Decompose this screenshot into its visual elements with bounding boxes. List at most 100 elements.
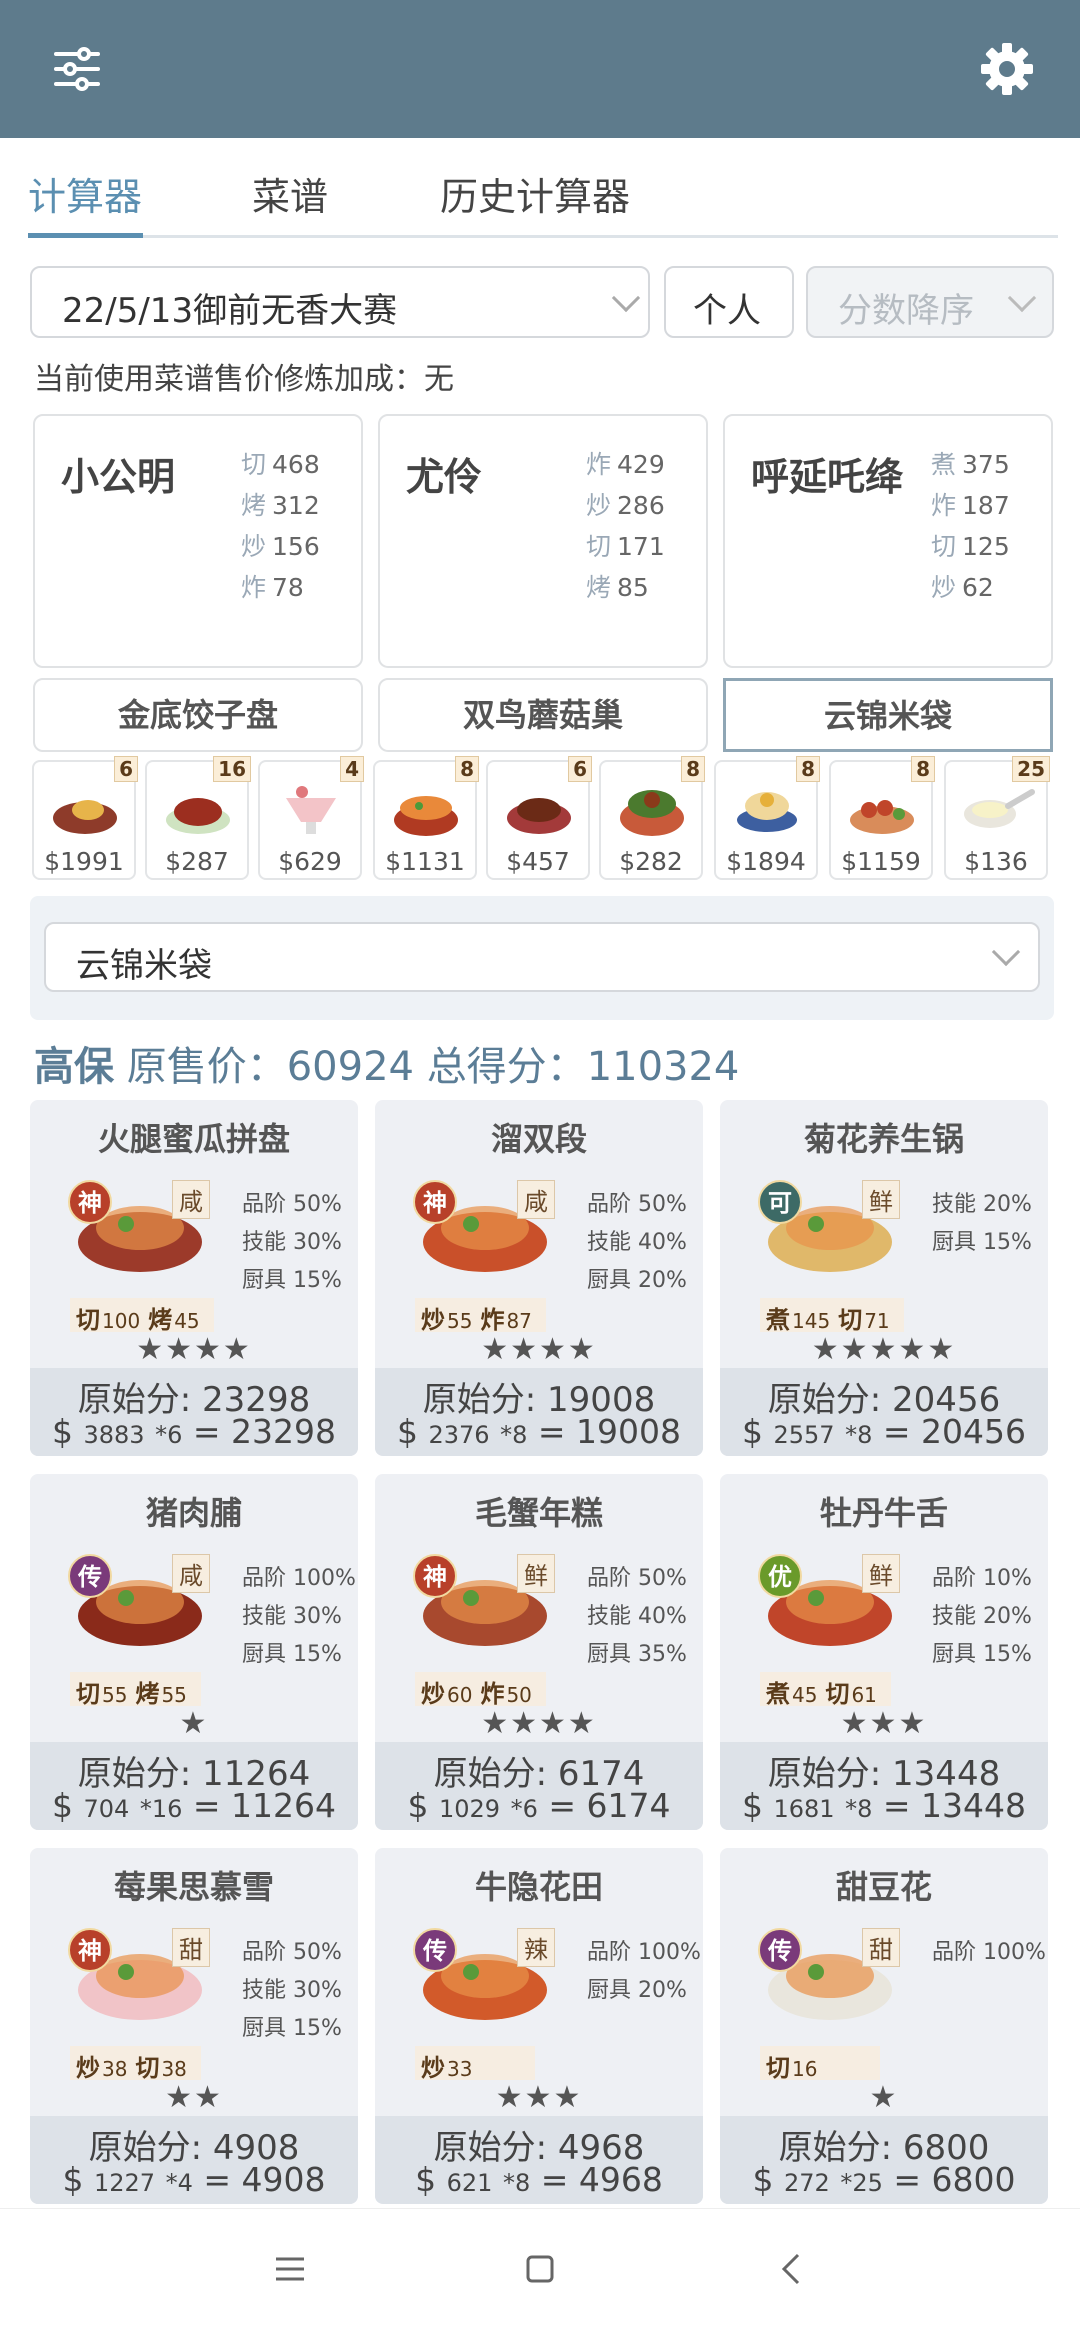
equip-slot[interactable]: 双鸟蘑菇巢: [378, 678, 708, 752]
recipe-title: 火腿蜜瓜拼盘: [97, 1120, 290, 1158]
score-box: 原始分: 20456 $ 2557 *8 = 20456: [720, 1368, 1048, 1456]
top-app-bar: [0, 0, 1080, 138]
rarity-badge: 优: [758, 1554, 802, 1598]
score-box: 原始分: 19008 $ 2376 *8 = 19008: [375, 1368, 703, 1456]
bonus-info: 当前使用菜谱售价修炼加成：无: [34, 362, 454, 397]
recipe-card[interactable]: 火腿蜜瓜拼盘神 咸品阶 50% 技能 30% 厨具 15% 切 100 烤 45 ★★★★ 原始分…: [30, 1100, 358, 1456]
dish-thumb[interactable]: 8 $1894: [714, 756, 820, 880]
chevron-down-icon: [1007, 283, 1037, 313]
star-rating: ★★★★: [481, 1706, 597, 1741]
score-formula: $ 704 *16 = 11264: [52, 1786, 336, 1825]
tab-calculator[interactable]: 计算器: [28, 166, 142, 221]
chevron-down-icon: [611, 283, 641, 313]
dish-icon: [620, 790, 684, 836]
bonus-stats: 品阶 50% 技能 30% 厨具 15%: [242, 1192, 342, 1293]
bonus-stats: 品阶 50% 技能 40% 厨具 35%: [587, 1566, 687, 1667]
tab-indicator: [28, 233, 143, 238]
recipe-card[interactable]: 甜豆花传 甜 品阶 100% 切 16 ★ 原始分: 6800 $ 272 *25 = 680…: [720, 1848, 1048, 2204]
rarity-badge: 神: [413, 1180, 457, 1224]
dish-thumb[interactable]: 25 $136: [944, 756, 1050, 880]
equip-select[interactable]: 云锦米袋: [44, 922, 1040, 992]
dish-thumb[interactable]: 8 $282: [599, 756, 705, 880]
star-rating: ★★★: [840, 1706, 928, 1741]
chef-skills: 煮 375 炸 187 切 125 炒 62: [931, 450, 1010, 602]
recipe-title: 溜双段: [490, 1120, 587, 1158]
rarity-badge: 传: [413, 1928, 457, 1972]
recipe-card[interactable]: 牛隐花田传 辣品阶 100% 厨具 20% 炒 33 ★★★ 原始分: 4968 $ 621 …: [375, 1848, 703, 2204]
equip-slot[interactable]: 金底饺子盘: [33, 678, 363, 752]
score-box: 原始分: 23298 $ 3883 *6 = 23298: [30, 1368, 358, 1456]
bonus-stats: 品阶 10% 技能 20% 厨具 15%: [932, 1566, 1032, 1667]
recipe-title: 牡丹牛舌: [819, 1494, 948, 1532]
dish-thumb[interactable]: 6 $1991: [32, 756, 138, 880]
tab-recipes[interactable]: 菜谱: [252, 166, 328, 221]
dish-thumb[interactable]: 6 $457: [486, 756, 592, 880]
skill-requirements: 煮 145 切 71: [760, 1298, 904, 1334]
bonus-stats: 品阶 100% 厨具 20%: [587, 1940, 701, 2003]
flavor-badge: 鲜: [862, 1180, 900, 1219]
chef-skills: 切 468 烤 312 炒 156 炸 78: [241, 450, 320, 602]
rarity-badge: 传: [68, 1554, 112, 1598]
flavor-badge: 咸: [172, 1180, 210, 1219]
recipe-card[interactable]: 莓果思慕雪神 甜品阶 50% 技能 30% 厨具 15% 炒 38 切 38 ★★ 原始分: 49…: [30, 1848, 358, 2204]
recipe-card[interactable]: 猪肉脯传 咸品阶 100% 技能 30% 厨具 15% 切 55 烤 55 ★ 原始分: 1126…: [30, 1474, 358, 1830]
recipe-card[interactable]: 毛蟹年糕神 鲜品阶 50% 技能 40% 厨具 35% 炒 60 炸 50 ★★★★ 原始分: 6…: [375, 1474, 703, 1830]
recipe-card[interactable]: 溜双段神 咸品阶 50% 技能 40% 厨具 20% 炒 55 炸 87 ★★★★ 原始分: 19…: [375, 1100, 703, 1456]
gear-icon[interactable]: [972, 34, 1042, 104]
home-icon[interactable]: [520, 2249, 560, 2289]
dish-thumb[interactable]: 8 $1131: [373, 756, 479, 880]
star-rating: ★★: [165, 2080, 223, 2115]
score-formula: $ 1681 *8 = 13448: [742, 1786, 1026, 1825]
chef-card[interactable]: 尤伶 炸 429 炒 286 切 171 烤 85: [378, 414, 708, 668]
bonus-stats: 技能 20% 厨具 15%: [932, 1192, 1032, 1255]
bonus-stats: 品阶 50% 技能 40% 厨具 20%: [587, 1192, 687, 1293]
back-icon[interactable]: [772, 2249, 812, 2289]
orig-price: 60924: [286, 1044, 414, 1090]
flavor-badge: 辣: [517, 1928, 555, 1967]
skill-requirements: 炒 38 切 38: [70, 2046, 201, 2082]
flavor-badge: 甜: [862, 1928, 900, 1967]
contest-select-value: 22/5/13御前无香大赛: [62, 291, 398, 331]
score-box: 原始分: 13448 $ 1681 *8 = 13448: [720, 1742, 1048, 1830]
dish-thumb[interactable]: 8 $1159: [829, 756, 935, 880]
sort-select[interactable]: 分数降序: [806, 266, 1054, 338]
menu-icon[interactable]: [270, 2249, 310, 2289]
dish-thumb[interactable]: 4 $629: [258, 756, 364, 880]
equip-slot-selected[interactable]: 云锦米袋: [723, 678, 1053, 752]
contest-select[interactable]: 22/5/13御前无香大赛: [30, 266, 650, 338]
score-formula: $ 2376 *8 = 19008: [397, 1412, 681, 1451]
score-box: 原始分: 11264 $ 704 *16 = 11264: [30, 1742, 358, 1830]
rarity-badge: 神: [68, 1180, 112, 1224]
recipe-card[interactable]: 菊花养生锅可 鲜技能 20% 厨具 15% 煮 145 切 71 ★★★★★ 原始分: 2045…: [720, 1100, 1048, 1456]
chef-name: 小公明: [61, 455, 176, 499]
dish-strip: 6 $1991 16 $287 4 $629 8 $1131 6 $457 8 $282 8…: [30, 756, 1060, 882]
total-score: 110324: [586, 1044, 740, 1090]
star-rating: ★★★★: [136, 1332, 252, 1367]
bonus-stats: 品阶 100%: [932, 1940, 1046, 1965]
skill-requirements: 切 16: [760, 2046, 880, 2082]
dish-icon: [53, 800, 117, 834]
score-box: 原始分: 4908 $ 1227 *4 = 4908: [30, 2116, 358, 2204]
chef-card[interactable]: 呼延吒绛 煮 375 炸 187 切 125 炒 62: [723, 414, 1053, 668]
tab-history[interactable]: 历史计算器: [440, 166, 630, 221]
score-formula: $ 2557 *8 = 20456: [742, 1412, 1026, 1451]
bonus-stats: 品阶 100% 技能 30% 厨具 15%: [242, 1566, 356, 1667]
dish-thumb[interactable]: 16 $287: [145, 756, 251, 880]
score-box: 原始分: 4968 $ 621 *8 = 4968: [375, 2116, 703, 2204]
score-formula: $ 272 *25 = 6800: [752, 2160, 1016, 2199]
score-formula: $ 3883 *6 = 23298: [52, 1412, 336, 1451]
flavor-badge: 甜: [172, 1928, 210, 1967]
mode-button[interactable]: 个人: [664, 266, 794, 338]
chef-skills: 炸 429 炒 286 切 171 烤 85: [586, 450, 665, 602]
recipe-card[interactable]: 牡丹牛舌优 鲜品阶 10% 技能 20% 厨具 15% 煮 45 切 61 ★★★ 原始分: 13…: [720, 1474, 1048, 1830]
skill-requirements: 切 100 烤 45: [70, 1298, 214, 1334]
tab-bar: 计算器 菜谱 历史计算器: [0, 138, 1080, 242]
rarity-badge: 可: [758, 1180, 802, 1224]
sliders-icon[interactable]: [42, 34, 112, 104]
system-nav-bar: [0, 2208, 1080, 2340]
dish-icon: [850, 800, 914, 834]
recipe-title: 莓果思慕雪: [113, 1868, 274, 1906]
recipe-title: 毛蟹年糕: [474, 1494, 603, 1532]
chef-name: 呼延吒绛: [751, 455, 904, 499]
chef-card[interactable]: 小公明 切 468 烤 312 炒 156 炸 78: [33, 414, 363, 668]
